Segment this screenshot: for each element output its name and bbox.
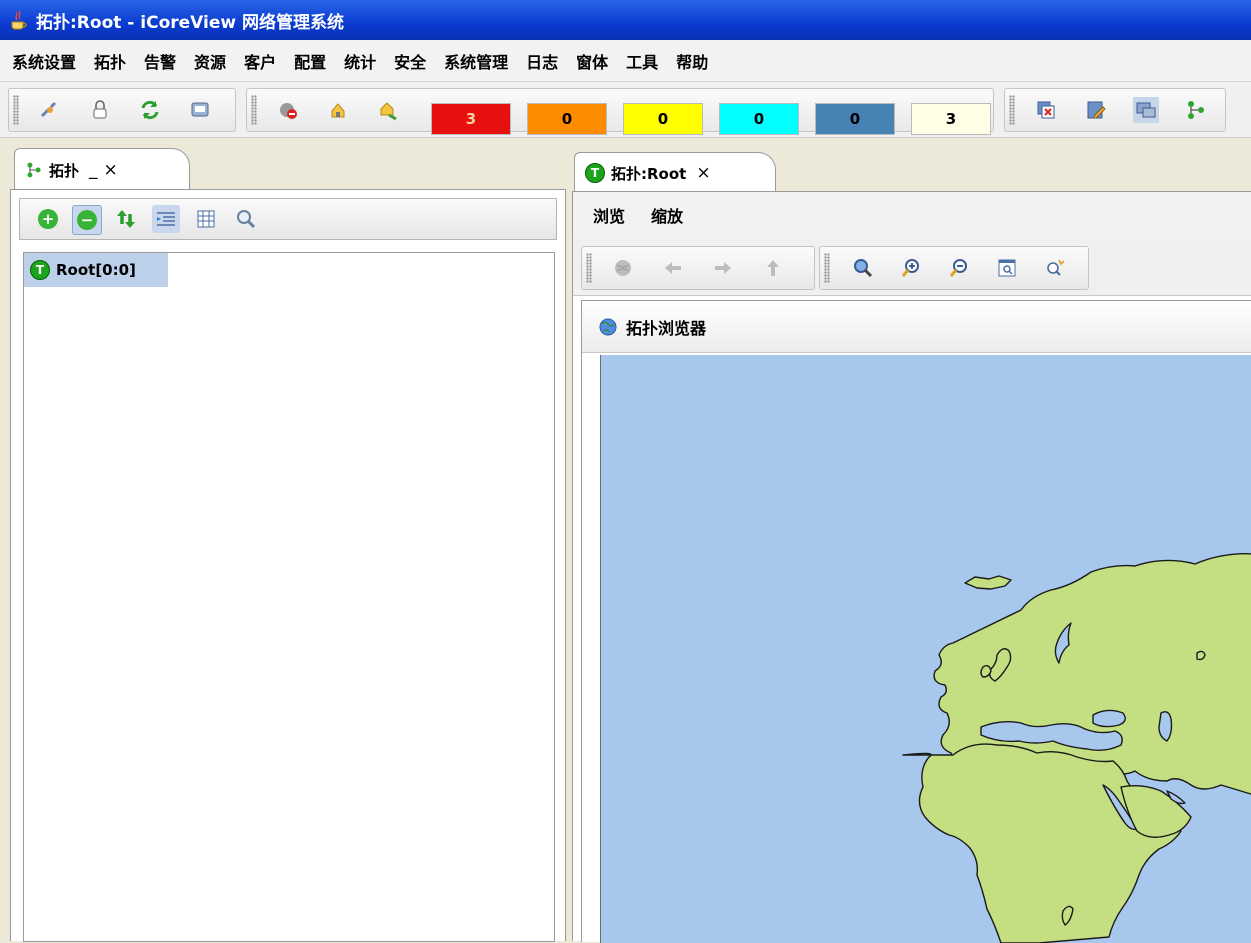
close-tab-button[interactable]: × (696, 163, 710, 183)
tab-topology-root-label: 拓扑:Root (611, 164, 687, 183)
window-close-icon[interactable] (1033, 97, 1059, 123)
alarm-ack-icon[interactable] (325, 97, 351, 123)
alarm-count-major-value: 0 (561, 110, 573, 128)
water-caspian (1158, 711, 1173, 742)
table-icon[interactable] (192, 205, 220, 233)
back-icon[interactable] (660, 255, 686, 281)
menu-topology[interactable]: 拓扑 (94, 49, 126, 73)
menu-security[interactable]: 安全 (394, 49, 426, 73)
zoom-out-icon[interactable] (946, 255, 972, 281)
world-map-drawing (902, 553, 1251, 943)
lock-icon[interactable] (87, 97, 113, 123)
menu-log[interactable]: 日志 (526, 49, 558, 73)
toolbar-grip[interactable] (1009, 95, 1015, 125)
world-map[interactable] (600, 355, 1251, 943)
menu-customer[interactable]: 客户 (244, 49, 276, 73)
close-tab-button[interactable]: × (104, 160, 118, 180)
tree-node-root[interactable]: T Root[0:0] (24, 253, 168, 287)
zoom-fit-icon[interactable] (850, 255, 876, 281)
alarm-count-critical[interactable]: 3 (431, 103, 511, 135)
alarm-count-minor[interactable]: 0 (623, 103, 703, 135)
menu-resource[interactable]: 资源 (194, 49, 226, 73)
alarm-count-indeterminate[interactable]: 0 (815, 103, 895, 135)
toolbar-group-general (8, 88, 236, 132)
alarm-count-warning[interactable]: 0 (719, 103, 799, 135)
menu-config[interactable]: 配置 (294, 49, 326, 73)
connect-icon[interactable] (37, 97, 63, 123)
alarm-count-major[interactable]: 0 (527, 103, 607, 135)
map-toolbar-nav (581, 246, 815, 290)
menu-zoom[interactable]: 缩放 (651, 203, 683, 227)
menu-system-admin[interactable]: 系统管理 (444, 49, 508, 73)
refresh-icon[interactable] (137, 97, 163, 123)
alarm-count-indeterminate-value: 0 (849, 110, 861, 128)
left-panel: + − T Root[0:0] (10, 189, 566, 942)
topology-node-icon: T (30, 260, 50, 280)
alarm-count-minor-value: 0 (657, 110, 669, 128)
menu-system-settings[interactable]: 系统设置 (12, 49, 76, 73)
forward-icon[interactable] (710, 255, 736, 281)
toolbar-group-alarms: 3 0 0 0 0 3 (246, 88, 994, 135)
alarm-count-warning-value: 0 (753, 110, 765, 128)
alarm-count-critical-value: 3 (465, 110, 477, 128)
topology-browser-title: 拓扑浏览器 (626, 318, 707, 338)
zoom-in-icon[interactable] (898, 255, 924, 281)
menu-tools[interactable]: 工具 (626, 49, 658, 73)
map-toolbar-zoom (819, 246, 1089, 290)
alarm-clear-icon[interactable] (375, 97, 401, 123)
main-toolbar: 3 0 0 0 0 3 (0, 82, 1251, 138)
menu-help[interactable]: 帮助 (676, 49, 708, 73)
tree-view: T Root[0:0] (23, 252, 555, 942)
topology-browser: 拓扑浏览器 (581, 300, 1251, 943)
minimize-button[interactable]: _ (89, 160, 98, 180)
topology-browser-header: 拓扑浏览器 (582, 301, 1251, 353)
tree-toolbar: + − (19, 198, 557, 240)
right-panel: 浏览 缩放 拓扑浏览器 (572, 191, 1251, 943)
window-title: 拓扑:Root - iCoreView 网络管理系统 (36, 12, 345, 33)
menu-statistics[interactable]: 统计 (344, 49, 376, 73)
tab-topology-root[interactable]: T 拓扑:Root × (574, 152, 776, 193)
alarm-mute-icon[interactable] (275, 97, 301, 123)
menu-alarm[interactable]: 告警 (144, 49, 176, 73)
toolbar-grip[interactable] (586, 253, 592, 283)
menu-bar: 系统设置 拓扑 告警 资源 客户 配置 统计 安全 系统管理 日志 窗体 工具 … (0, 40, 1251, 82)
toolbar-group-windows (1004, 88, 1226, 132)
menu-window[interactable]: 窗体 (576, 49, 608, 73)
search-icon[interactable] (232, 205, 260, 233)
edit-icon[interactable] (1083, 97, 1109, 123)
zoom-reset-icon[interactable] (1042, 255, 1068, 281)
alarm-count-total[interactable]: 3 (911, 103, 991, 135)
refresh-icon[interactable] (112, 205, 140, 233)
monitor-icon[interactable] (187, 97, 213, 123)
tab-topology-tree[interactable]: 拓扑 _ × (14, 148, 190, 191)
add-icon[interactable]: + (34, 205, 62, 233)
indent-icon[interactable] (152, 205, 180, 233)
water-black-sea (1092, 709, 1126, 728)
menu-browse[interactable]: 浏览 (593, 203, 625, 227)
remove-icon[interactable]: − (72, 205, 102, 235)
tree-node-label: Root[0:0] (56, 261, 136, 279)
globe-icon[interactable] (610, 255, 636, 281)
toolbar-grip[interactable] (824, 253, 830, 283)
land-novaya-zemlya (1196, 650, 1206, 661)
tab-topology-tree-label: 拓扑 (49, 161, 80, 180)
toolbar-grip[interactable] (251, 95, 257, 125)
alarm-count-total-value: 3 (945, 110, 957, 128)
map-toolbar (573, 238, 1251, 296)
up-icon[interactable] (760, 255, 786, 281)
topology-icon (27, 162, 41, 178)
land-iceland (964, 575, 1012, 590)
network-icon[interactable] (1133, 97, 1159, 123)
zoom-window-icon[interactable] (994, 255, 1020, 281)
toolbar-grip[interactable] (13, 95, 19, 125)
view-menu-bar: 浏览 缩放 (573, 192, 1251, 238)
topology-node-icon: T (585, 163, 605, 183)
globe-icon (599, 318, 617, 335)
title-bar: 拓扑:Root - iCoreView 网络管理系统 (0, 0, 1251, 40)
java-cup-icon (11, 10, 27, 30)
topology-icon[interactable] (1183, 97, 1209, 123)
